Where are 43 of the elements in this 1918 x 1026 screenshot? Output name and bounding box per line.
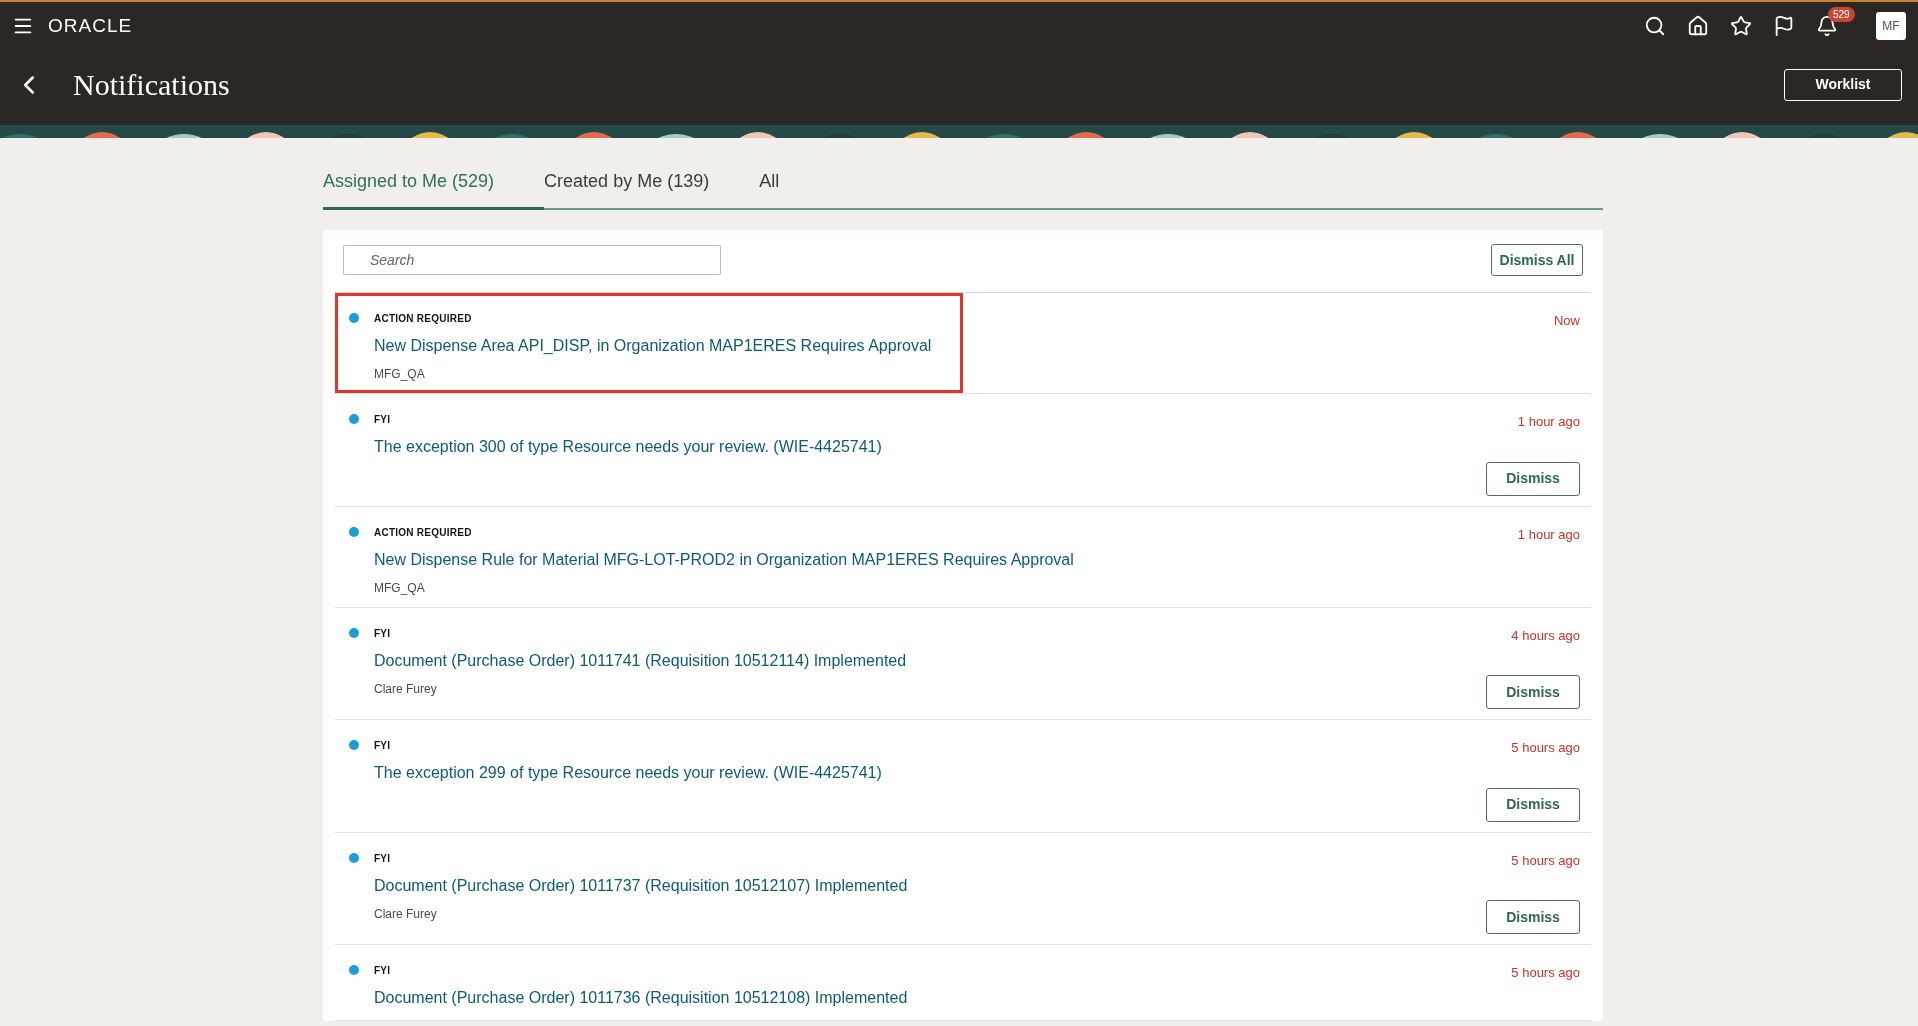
notification-type: ACTION REQUIRED bbox=[374, 525, 473, 540]
notification-time: 5 hours ago bbox=[1511, 851, 1580, 870]
notification-time: Now bbox=[1554, 312, 1580, 330]
brand-logo[interactable]: ORACLE bbox=[48, 11, 133, 41]
notification-type: FYI bbox=[374, 626, 392, 641]
search-field[interactable]: Search bbox=[343, 245, 721, 275]
notification-type: ACTION REQUIRED bbox=[374, 312, 473, 326]
tab[interactable]: All bbox=[759, 168, 830, 210]
notification-link[interactable]: New Dispense Area API_DISP, in Organization MAP1ERES Requires Approval bbox=[374, 334, 932, 358]
tab[interactable]: Assigned to Me (529) bbox=[323, 168, 545, 210]
search-icon[interactable] bbox=[1644, 15, 1666, 37]
notification-time: 5 hours ago bbox=[1511, 964, 1580, 982]
notification-time: 5 hours ago bbox=[1511, 739, 1580, 757]
dismiss-button[interactable]: Dismiss bbox=[1486, 787, 1580, 822]
notification-sender: MFG_QA bbox=[374, 366, 426, 383]
notification-sender: Clare Furey bbox=[374, 905, 438, 923]
notification-link[interactable]: Document (Purchase Order) 1011737 (Requisition 10512107) Implemented bbox=[374, 873, 908, 898]
notification-sender: Clare Furey bbox=[374, 680, 438, 698]
notification-type: FYI bbox=[374, 964, 392, 978]
notification-time: 4 hours ago bbox=[1511, 626, 1580, 645]
home-icon[interactable] bbox=[1687, 15, 1709, 37]
notification-type: FYI bbox=[374, 413, 392, 427]
dismiss-button[interactable]: Dismiss bbox=[1486, 900, 1580, 934]
notification-time: 1 hour ago bbox=[1517, 413, 1580, 431]
notification-link[interactable]: Document (Purchase Order) 1011741 (Requisition 10512114) Implemented bbox=[374, 648, 907, 673]
notification-time: 1 hour ago bbox=[1517, 525, 1580, 544]
notification-sender: MFG_QA bbox=[374, 579, 426, 597]
dismiss-button[interactable]: Dismiss bbox=[1486, 675, 1580, 709]
worklist-button[interactable]: Worklist bbox=[1784, 68, 1902, 101]
dismiss-all-button[interactable]: Dismiss All bbox=[1491, 244, 1583, 276]
user-avatar[interactable]: MF bbox=[1876, 12, 1906, 40]
notification-badge: 529 bbox=[1828, 7, 1855, 22]
notification-type: FYI bbox=[374, 739, 392, 753]
dismiss-button[interactable]: Dismiss bbox=[1486, 461, 1580, 496]
notification-link[interactable]: Document (Purchase Order) 1011736 (Requisition 10512108) Implemented bbox=[374, 986, 908, 1010]
notification-link[interactable]: The exception 300 of type Resource needs your review. (WIE-4425741) bbox=[374, 435, 882, 459]
notification-link[interactable]: New Dispense Rule for Material MFG-LOT-PROD2 in Organization MAP1ERES Requires Approval bbox=[374, 547, 1074, 572]
tab[interactable]: Created by Me (139) bbox=[544, 168, 760, 210]
notification-type: FYI bbox=[374, 851, 392, 866]
notification-link[interactable]: The exception 299 of type Resource needs your review. (WIE-4425741) bbox=[374, 761, 882, 785]
flag-icon[interactable] bbox=[1773, 15, 1795, 37]
page-title: Notifications bbox=[73, 67, 230, 103]
star-icon[interactable] bbox=[1730, 15, 1752, 37]
